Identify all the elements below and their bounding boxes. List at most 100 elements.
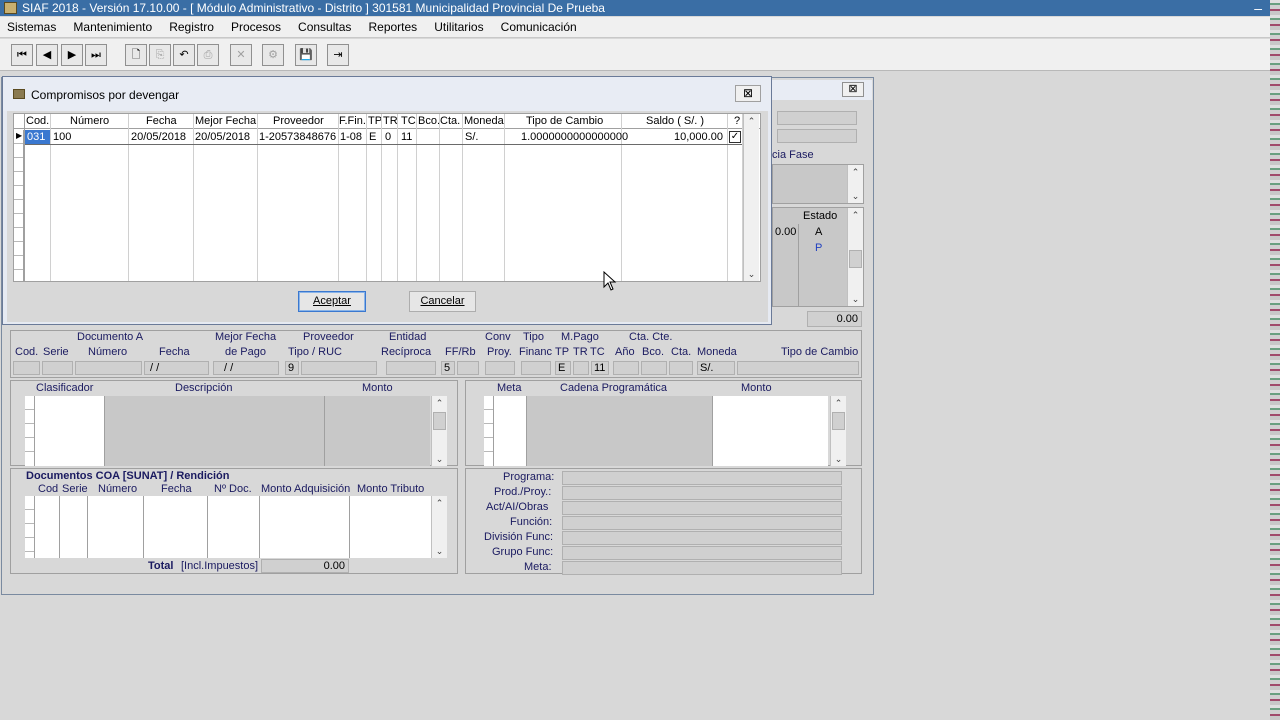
doc-numero-field[interactable] [75, 361, 142, 375]
row-tr-cell: 0 [385, 131, 392, 143]
doc-cod-field[interactable] [13, 361, 40, 375]
row-check-checkbox[interactable]: ✓ [729, 131, 741, 143]
col-ffin-header: F.Fin. [339, 115, 366, 127]
ctacte-anio-field[interactable] [613, 361, 639, 375]
mpago-tr-field[interactable] [573, 361, 589, 375]
meta-scrollbar[interactable]: ⌃ ⌄ [830, 396, 846, 466]
dialog-body: Cod. Número Fecha Mejor Fecha Proveedor … [7, 111, 768, 322]
rb-field[interactable] [457, 361, 479, 375]
act-field [562, 501, 842, 515]
mpago-tp-field[interactable]: E [555, 361, 571, 375]
ffrb-value: 5 [444, 362, 451, 374]
ctacte-cta-field[interactable] [669, 361, 693, 375]
col-saldo-header: Saldo ( S/. ) [646, 115, 705, 127]
coa-ndoc-header: Nº Doc. [214, 483, 252, 495]
menu-registro[interactable]: Registro [162, 17, 221, 38]
grid-scrollbar[interactable]: ⌃ ⌄ [743, 114, 759, 281]
grid-row-handles[interactable]: ▶ [14, 130, 24, 281]
total-sub-label: [Incl.Impuestos] [181, 560, 259, 572]
dialog-close-button[interactable]: ⊠ [735, 85, 761, 102]
save-button[interactable]: 💾 [295, 44, 317, 66]
next-record-button[interactable]: ▶ [61, 44, 83, 66]
menu-mantenimiento[interactable]: Mantenimiento [66, 17, 159, 38]
meta-row-handles[interactable] [484, 396, 494, 466]
doc-serie-field[interactable] [42, 361, 73, 375]
doc-fecha-label: Fecha [159, 346, 190, 358]
ffrb-field[interactable]: 5 [441, 361, 455, 375]
mejor-fecha-label: Mejor Fecha [215, 331, 277, 343]
compromisos-grid[interactable]: Cod. Número Fecha Mejor Fecha Proveedor … [13, 113, 761, 282]
dialog-title: Compromisos por devengar [31, 88, 180, 102]
row-cod-cell[interactable]: 031 [25, 130, 50, 144]
new-button[interactable]: 🗋 [125, 44, 147, 66]
proveedor-tipo-field[interactable]: 9 [285, 361, 299, 375]
funcion-label: Función: [510, 516, 553, 528]
close-icon: ⊠ [848, 83, 858, 95]
menu-utilitarios[interactable]: Utilitarios [427, 17, 490, 38]
undo-button[interactable]: ↶ [173, 44, 195, 66]
monto2-column[interactable] [712, 396, 828, 466]
main-field-1[interactable] [777, 111, 857, 125]
cancelar-button[interactable]: Cancelar [409, 291, 476, 312]
monto-column [324, 396, 430, 466]
moneda-field[interactable]: S/. [697, 361, 735, 375]
fase-box: ⌃ ⌄ [772, 164, 864, 204]
app-icon [4, 2, 17, 14]
conv-field[interactable] [485, 361, 515, 375]
col-tr-header: TR [383, 115, 398, 127]
cancelar-label: Cancelar [420, 295, 465, 307]
entidad-field[interactable] [386, 361, 436, 375]
menu-sistemas[interactable]: Sistemas [0, 17, 63, 38]
proveedor-ruc-field[interactable] [301, 361, 377, 375]
prev-record-button[interactable]: ◀ [36, 44, 58, 66]
print-button[interactable]: ⎙ [197, 44, 219, 66]
col-tipo-cambio-header: Tipo de Cambio [526, 115, 604, 127]
col-cod-header: Cod. [26, 115, 50, 127]
main-close-button[interactable]: ⊠ [842, 82, 864, 97]
exit-button[interactable]: ⇥ [327, 44, 349, 66]
mejor-fecha-field[interactable]: / / [213, 361, 279, 375]
doc-serie-label: Serie [43, 346, 69, 358]
tipo-financ-field[interactable] [521, 361, 551, 375]
tipo-cambio-field[interactable] [737, 361, 859, 375]
clasificador-column[interactable] [35, 396, 104, 466]
col-tp-header: TP [368, 115, 383, 127]
menu-consultas[interactable]: Consultas [291, 17, 358, 38]
fase-scrollbar[interactable]: ⌃ ⌄ [847, 165, 863, 203]
mpago-tc-label: TC [590, 346, 605, 358]
mpago-tr-label: TR [573, 346, 588, 358]
first-icon: ⏮ [17, 49, 27, 61]
estado-value-p: P [815, 242, 823, 254]
table-row[interactable]: 031 100 20/05/2018 20/05/2018 1-20573848… [25, 130, 742, 145]
funcion-field [562, 516, 842, 530]
tool-button[interactable]: ⚙ [262, 44, 284, 66]
coa-row-handles[interactable] [25, 496, 35, 558]
main-field-2[interactable] [777, 129, 857, 143]
last-record-button[interactable]: ⏭ [85, 44, 107, 66]
minimize-icon[interactable]: – [1254, 0, 1262, 16]
descripcion-header: Descripción [175, 382, 233, 394]
clasificador-row-handles[interactable] [25, 396, 35, 466]
ctacte-bco-field[interactable] [641, 361, 667, 375]
estado-column: A P [798, 224, 844, 306]
clasificador-scrollbar[interactable]: ⌃ ⌄ [431, 396, 447, 466]
doc-fecha-field[interactable]: / / [144, 361, 209, 375]
estado-scrollbar[interactable]: ⌃ ⌄ [847, 208, 863, 306]
delete-button[interactable]: ✕ [230, 44, 252, 66]
dialog-app-icon [13, 89, 25, 99]
coa-scrollbar[interactable]: ⌃ ⌄ [431, 496, 447, 558]
first-record-button[interactable]: ⏮ [11, 44, 33, 66]
window-titlebar: SIAF 2018 - Versión 17.10.00 - [ Módulo … [0, 0, 1270, 16]
copy-button[interactable]: ⎘ [149, 44, 171, 66]
menu-comunicacion[interactable]: Comunicación [494, 17, 584, 38]
menu-procesos[interactable]: Procesos [224, 17, 288, 38]
mpago-tc-field[interactable]: 11 [591, 361, 609, 375]
tipo-cambio-label: Tipo de Cambio [781, 346, 859, 358]
aceptar-button[interactable]: Aceptar [298, 291, 366, 312]
menu-reportes[interactable]: Reportes [361, 17, 424, 38]
coa-grid[interactable] [35, 496, 431, 558]
division-field [562, 531, 842, 545]
meta-column[interactable] [494, 396, 526, 466]
total-label: Total [148, 560, 174, 572]
toolbar: ⏮ ◀ ▶ ⏭ 🗋 ⎘ ↶ ⎙ ✕ ⚙ 💾 ⇥ [0, 39, 1270, 71]
